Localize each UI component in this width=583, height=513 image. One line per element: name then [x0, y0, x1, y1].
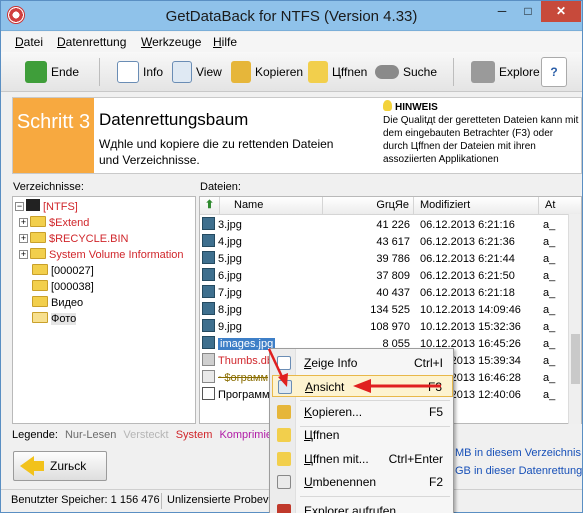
annotation-arrow-head — [353, 379, 371, 393]
annotation-arrow — [267, 348, 441, 393]
annotation-arrow-pointer — [267, 348, 285, 380]
annotation-arrow-pointer-head — [278, 373, 288, 387]
app-window: GetDataBack for NTFS (Version 4.33) ─ □ … — [0, 0, 583, 513]
